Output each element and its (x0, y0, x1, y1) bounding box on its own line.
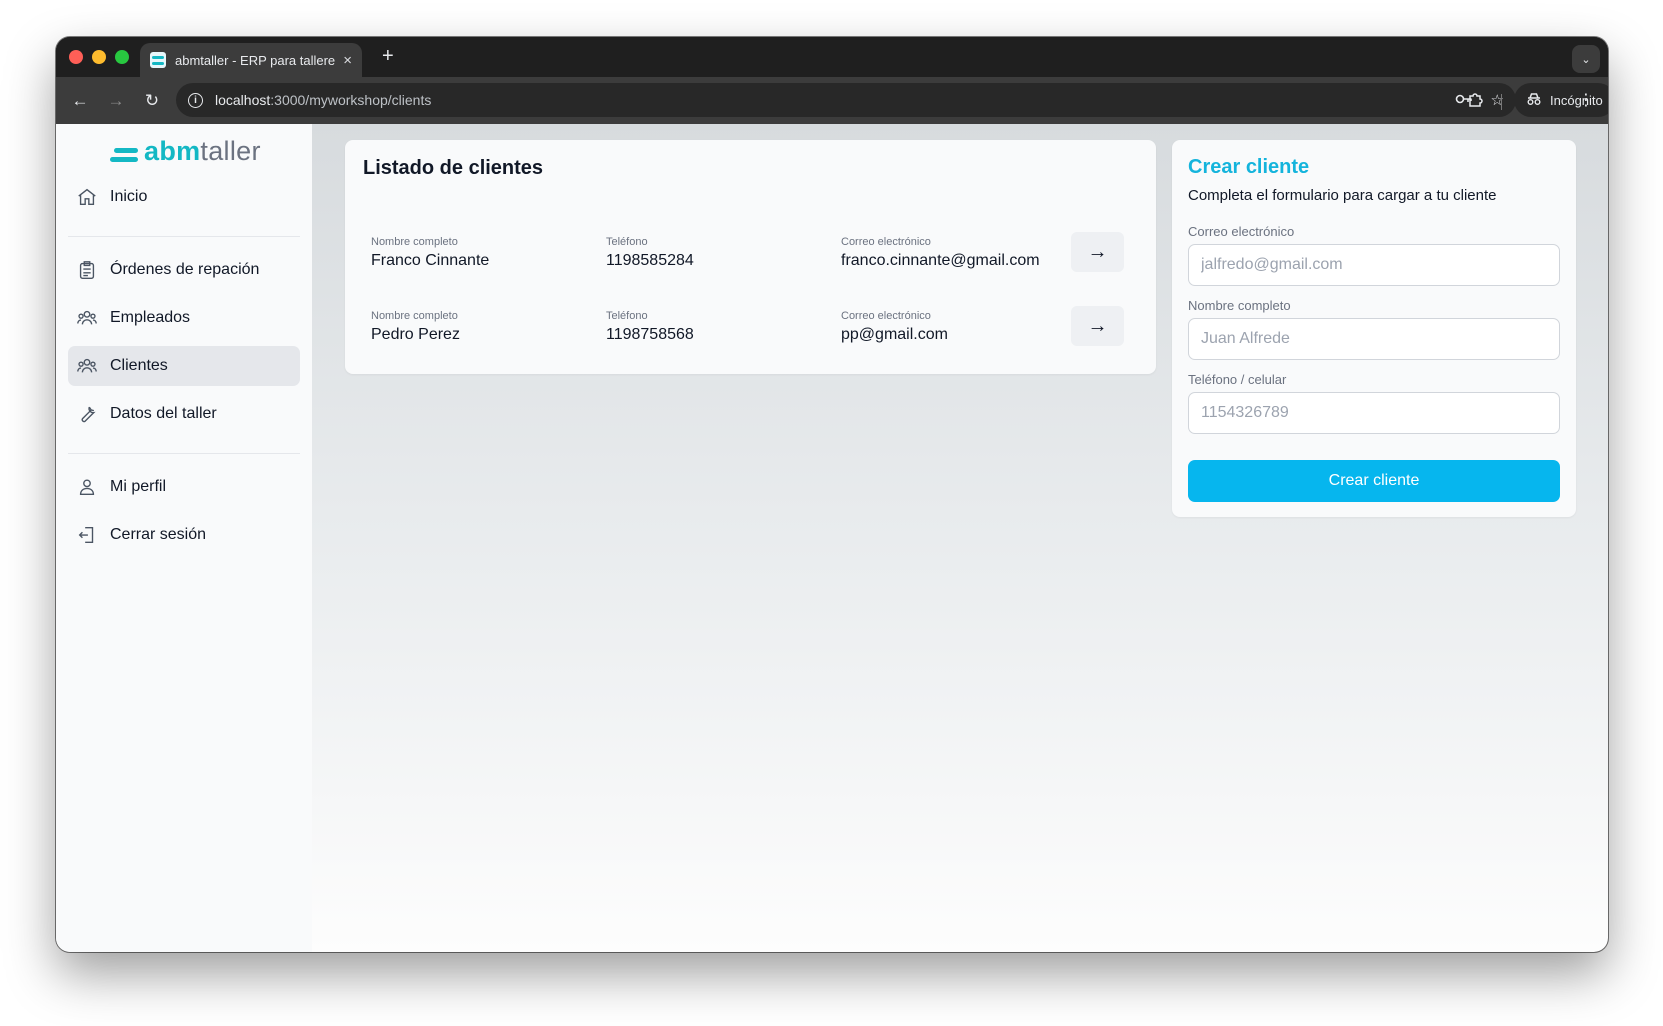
toolbar-divider (1501, 94, 1502, 110)
create-client-card: Crear cliente Completa el formulario par… (1172, 140, 1576, 517)
form-subtitle: Completa el formulario para cargar a tu … (1188, 187, 1497, 204)
client-email-cell: Correo electrónico franco.cinnante@gmail… (841, 236, 1040, 270)
page-title: Listado de clientes (363, 157, 544, 179)
logo-mark-icon (110, 147, 138, 162)
incognito-label: Incógnito (1550, 92, 1603, 108)
home-icon (78, 188, 96, 206)
sidebar-divider (68, 236, 300, 237)
sidebar-item-cerrar-sesion[interactable]: Cerrar sesión (68, 515, 300, 555)
reload-icon[interactable]: ↻ (134, 91, 170, 111)
client-name: Pedro Perez (371, 326, 460, 343)
incognito-icon (1526, 92, 1542, 109)
sidebar-item-datos-taller[interactable]: Datos del taller (68, 394, 300, 434)
close-window-button[interactable] (69, 50, 83, 64)
view-client-button[interactable]: → (1071, 306, 1124, 346)
column-label: Nombre completo (371, 310, 458, 322)
client-phone-cell: Teléfono 1198758568 (606, 310, 694, 344)
logo-text: abmtaller (144, 136, 261, 166)
client-email-cell: Correo electrónico pp@gmail.com (841, 310, 948, 344)
forward-icon[interactable]: → (98, 91, 134, 111)
column-label: Teléfono (606, 310, 648, 322)
form-title: Crear cliente (1188, 156, 1310, 178)
maximize-window-button[interactable] (115, 50, 129, 64)
name-field[interactable] (1188, 318, 1560, 360)
minimize-window-button[interactable] (92, 50, 106, 64)
sidebar-item-label: Órdenes de repación (110, 261, 260, 278)
name-label: Nombre completo (1188, 298, 1291, 313)
phone-label: Teléfono / celular (1188, 372, 1287, 387)
table-row: Nombre completo Franco Cinnante Teléfono… (371, 232, 1131, 276)
client-phone-cell: Teléfono 1198585284 (606, 236, 694, 270)
tab-strip: abmtaller - ERP para talleres × + ⌄ (56, 37, 1608, 77)
url-path: :3000/myworkshop/clients (270, 92, 432, 108)
sidebar-item-inicio[interactable]: Inicio (68, 177, 300, 217)
browser-toolbar: ← → ↻ i localhost:3000/myworkshop/client… (56, 77, 1608, 124)
email-field[interactable] (1188, 244, 1560, 286)
sidebar-item-clientes[interactable]: Clientes (68, 346, 300, 386)
close-tab-icon[interactable]: × (343, 52, 352, 69)
site-info-icon[interactable]: i (188, 92, 203, 108)
app-logo[interactable]: abmtaller (110, 136, 261, 167)
sidebar-divider (68, 453, 300, 454)
create-client-button[interactable]: Crear cliente (1188, 460, 1560, 502)
client-name-cell: Nombre completo Pedro Perez (371, 310, 460, 344)
sidebar-item-label: Empleados (110, 309, 191, 326)
column-label: Nombre completo (371, 236, 458, 248)
back-icon[interactable]: ← (62, 91, 98, 111)
column-label: Correo electrónico (841, 310, 931, 322)
address-bar[interactable]: i localhost:3000/myworkshop/clients ☆ (176, 83, 1516, 117)
table-row: Nombre completo Pedro Perez Teléfono 119… (371, 306, 1131, 350)
sidebar-item-label: Mi perfil (110, 478, 167, 495)
client-name: Franco Cinnante (371, 252, 490, 269)
browser-tab[interactable]: abmtaller - ERP para talleres × (140, 43, 362, 77)
sidebar-item-label: Clientes (110, 357, 168, 374)
clipboard-icon (79, 261, 95, 279)
phone-field[interactable] (1188, 392, 1560, 434)
view-client-button[interactable]: → (1071, 232, 1124, 272)
browser-menu-icon[interactable]: ⋮ (1578, 90, 1594, 110)
users-icon (77, 310, 97, 325)
client-phone: 1198758568 (606, 326, 694, 343)
sidebar-item-label: Datos del taller (110, 405, 217, 422)
email-label: Correo electrónico (1188, 224, 1295, 239)
app-content: abmtaller Inicio Órdenes de repación Emp… (56, 124, 1608, 952)
arrow-right-icon: → (1087, 314, 1108, 337)
logout-icon (78, 526, 94, 544)
client-phone: 1198585284 (606, 252, 694, 269)
tab-title: abmtaller - ERP para talleres (175, 52, 336, 68)
sidebar-item-mi-perfil[interactable]: Mi perfil (68, 467, 300, 507)
extensions-icon[interactable] (1468, 91, 1484, 112)
wrench-icon (81, 406, 96, 423)
user-icon (79, 479, 95, 496)
tab-search-icon[interactable]: ⌄ (1572, 45, 1600, 73)
window-controls (69, 50, 129, 64)
column-label: Teléfono (606, 236, 648, 248)
arrow-right-icon: → (1087, 240, 1108, 263)
clients-list-card: Listado de clientes Nombre completo Fran… (345, 140, 1156, 374)
url-host: localhost (215, 92, 271, 108)
new-tab-icon[interactable]: + (382, 45, 394, 68)
client-name-cell: Nombre completo Franco Cinnante (371, 236, 489, 270)
client-email: pp@gmail.com (841, 326, 948, 343)
sidebar-item-empleados[interactable]: Empleados (68, 298, 300, 338)
sidebar-item-ordenes[interactable]: Órdenes de repación (68, 250, 300, 290)
column-label: Correo electrónico (841, 236, 931, 248)
sidebar-item-label: Cerrar sesión (110, 526, 207, 543)
client-email: franco.cinnante@gmail.com (841, 252, 1040, 269)
users-icon (77, 358, 97, 373)
browser-window: abmtaller - ERP para talleres × + ⌄ ← → … (56, 37, 1608, 952)
sidebar: abmtaller Inicio Órdenes de repación Emp… (56, 124, 312, 952)
favicon-icon (150, 52, 166, 68)
sidebar-item-label: Inicio (110, 188, 148, 205)
